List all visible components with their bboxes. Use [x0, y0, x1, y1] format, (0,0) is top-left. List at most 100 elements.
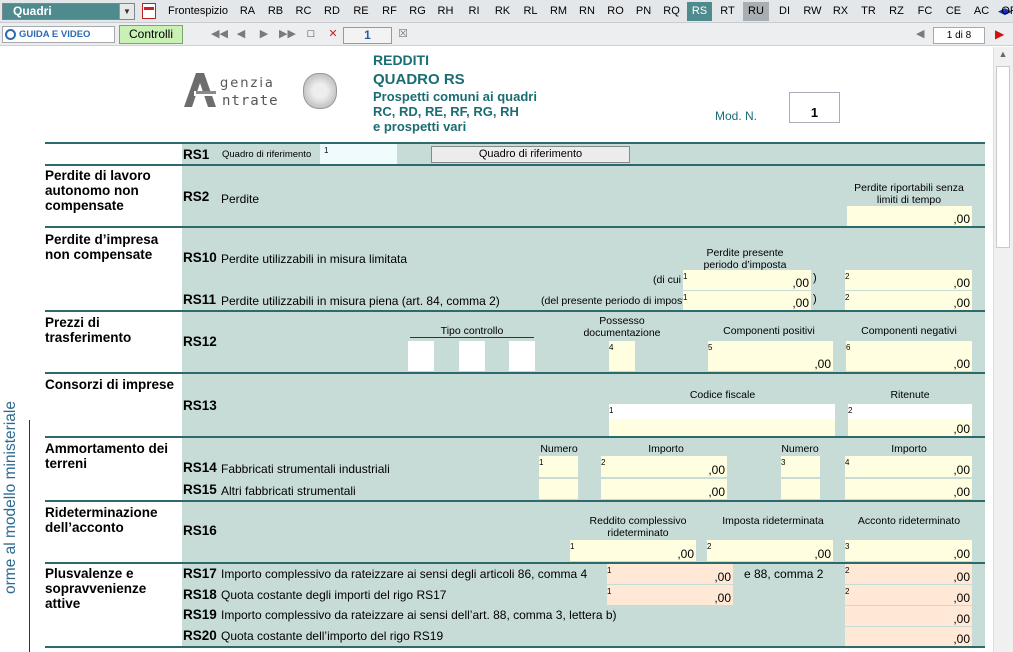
rs16-field-2[interactable]: 2,00 [707, 540, 833, 561]
tab-ra[interactable]: RA [235, 2, 260, 21]
codice-fiscale-field-2[interactable] [609, 419, 835, 436]
scroll-up-icon[interactable]: ▲ [996, 49, 1010, 63]
tab-tr[interactable]: TR [856, 2, 881, 21]
rs16-field-3[interactable]: 3,00 [845, 540, 972, 561]
comp-pos-value: ,00 [814, 357, 831, 371]
comp-pos-field[interactable]: 5,00 [708, 341, 833, 371]
tab-rn[interactable]: RN [574, 2, 600, 21]
rs17-code: RS17 [183, 566, 217, 581]
tab-of[interactable]: OF [997, 2, 1013, 21]
rs18-field-2[interactable]: 2,00 [845, 585, 972, 605]
tab-rs[interactable]: RS [687, 2, 712, 21]
rs14-importo-1[interactable]: 2,00 [601, 456, 727, 477]
rs16-col3-label: Acconto rideterminato [857, 515, 961, 527]
rs17-value-1: ,00 [714, 570, 731, 584]
tab-ri[interactable]: RI [461, 2, 487, 21]
tab-frontespizio[interactable]: Frontespizio [166, 2, 230, 21]
comp-neg-field[interactable]: 6,00 [846, 341, 972, 371]
rs20-field[interactable]: ,00 [845, 627, 972, 646]
numero-label-2: Numero [781, 443, 819, 455]
guida-video-button[interactable]: GUIDA E VIDEO [2, 26, 115, 43]
tab-rw[interactable]: RW [800, 2, 825, 21]
rs19-label: Importo complessivo da rateizzare ai sen… [221, 608, 617, 622]
rs17-field-2[interactable]: 2,00 [845, 564, 972, 584]
tab-rc[interactable]: RC [291, 2, 316, 21]
rs16-field-1[interactable]: 1,00 [570, 540, 696, 561]
next-page-icon[interactable]: ▶ [257, 26, 271, 42]
tab-rb[interactable]: RB [263, 2, 288, 21]
mod-number-field[interactable]: 1 [789, 92, 840, 123]
tab-rf[interactable]: RF [377, 2, 402, 21]
tab-di[interactable]: DI [772, 2, 797, 21]
clear-page-icon[interactable]: ☒ [396, 26, 410, 42]
tab-ro[interactable]: RO [603, 2, 628, 21]
delete-page-icon[interactable]: ✕ [326, 26, 340, 42]
rs1-label: Quadro di riferimento [222, 149, 312, 160]
tab-rx[interactable]: RX [828, 2, 853, 21]
rs10-field-2[interactable]: 2,00 [845, 270, 972, 290]
vertical-side-text: orme al modello ministeriale [2, 401, 19, 594]
rs17-field-1[interactable]: 1,00 [607, 564, 733, 584]
tab-rm[interactable]: RM [546, 2, 571, 21]
rs15-importo-1[interactable]: ,00 [601, 479, 727, 499]
tipo-controllo-a[interactable] [408, 341, 434, 371]
comp-neg-label: Componenti negativi [861, 325, 957, 337]
rs14-numero-1[interactable]: 1 [539, 456, 578, 477]
tipo-controllo-b[interactable] [459, 341, 485, 371]
rs10-field-1[interactable]: 1,00 [683, 270, 811, 290]
new-page-icon[interactable]: □ [304, 26, 318, 42]
tab-ce[interactable]: CE [941, 2, 966, 21]
tab-rg[interactable]: RG [405, 2, 430, 21]
ritenute-field-top[interactable]: 2 [848, 404, 972, 419]
rs10-label: Perdite utilizzabili in misura limitata [221, 252, 408, 266]
rs11-field-1[interactable]: 1,00 [683, 291, 811, 310]
ritenute-field[interactable]: ,00 [848, 419, 972, 436]
rs14-importo-2[interactable]: 4,00 [845, 456, 972, 477]
pdf-icon[interactable] [142, 3, 156, 19]
controlli-button[interactable]: Controlli [119, 25, 183, 44]
chevron-down-icon[interactable]: ▼ [119, 4, 134, 19]
rs2-field[interactable]: ,00 [847, 206, 972, 226]
possesso-field[interactable]: 4 [609, 341, 635, 371]
rs1-field[interactable]: 1 [320, 144, 397, 164]
codice-fiscale-field[interactable]: 1 [609, 404, 835, 419]
rs11-label: Perdite utilizzabili in misura piena (ar… [221, 294, 500, 308]
rs19-field[interactable]: ,00 [845, 606, 972, 626]
tab-ru[interactable]: RU [743, 2, 769, 21]
rs11-field-2[interactable]: 2,00 [845, 291, 972, 310]
tipo-controllo-c[interactable] [509, 341, 535, 371]
agenzia-logo-icon [184, 73, 216, 107]
prev-page-icon[interactable]: ◀ [234, 26, 248, 42]
tab-ac[interactable]: AC [969, 2, 994, 21]
tab-re[interactable]: RE [348, 2, 374, 21]
rs15-value-1: ,00 [708, 485, 725, 499]
quadri-select[interactable]: Quadri [2, 3, 135, 20]
rs18-label: Quota costante degli importi del rigo RS… [221, 588, 447, 602]
logo-entrate-text: ntrate [222, 93, 279, 109]
rs15-importo-2[interactable]: ,00 [845, 479, 972, 499]
tab-rq[interactable]: RQ [659, 2, 684, 21]
rs15-numero-1[interactable] [539, 479, 578, 499]
tab-rl[interactable]: RL [518, 2, 543, 21]
scrollbar-thumb[interactable] [996, 66, 1010, 248]
tab-rz[interactable]: RZ [884, 2, 909, 21]
rs1-code: RS1 [183, 147, 210, 162]
last-page-icon[interactable]: ▶▶ [279, 26, 296, 42]
page-number-input[interactable]: 1 [343, 27, 392, 44]
quadro-riferimento-button[interactable]: Quadro di riferimento [431, 146, 630, 163]
first-page-icon[interactable]: ◀◀ [211, 26, 228, 42]
prev-module-icon[interactable]: ◀ [916, 27, 928, 43]
next-module-icon[interactable]: ▶ [995, 27, 1007, 43]
rs17-label: Importo complessivo da rateizzare ai sen… [221, 567, 588, 581]
rs18-field-1[interactable]: 1,00 [607, 585, 733, 605]
tab-fc[interactable]: FC [912, 2, 938, 21]
tab-rh[interactable]: RH [433, 2, 458, 21]
rs15-numero-2[interactable] [781, 479, 820, 499]
rs14-numero-2[interactable]: 3 [781, 456, 820, 477]
tab-rt[interactable]: RT [715, 2, 740, 21]
tab-pn[interactable]: PN [631, 2, 656, 21]
tab-rk[interactable]: RK [490, 2, 515, 21]
rs19-value: ,00 [953, 612, 970, 626]
tab-rd[interactable]: RD [319, 2, 345, 21]
rs14-code: RS14 [183, 460, 217, 475]
